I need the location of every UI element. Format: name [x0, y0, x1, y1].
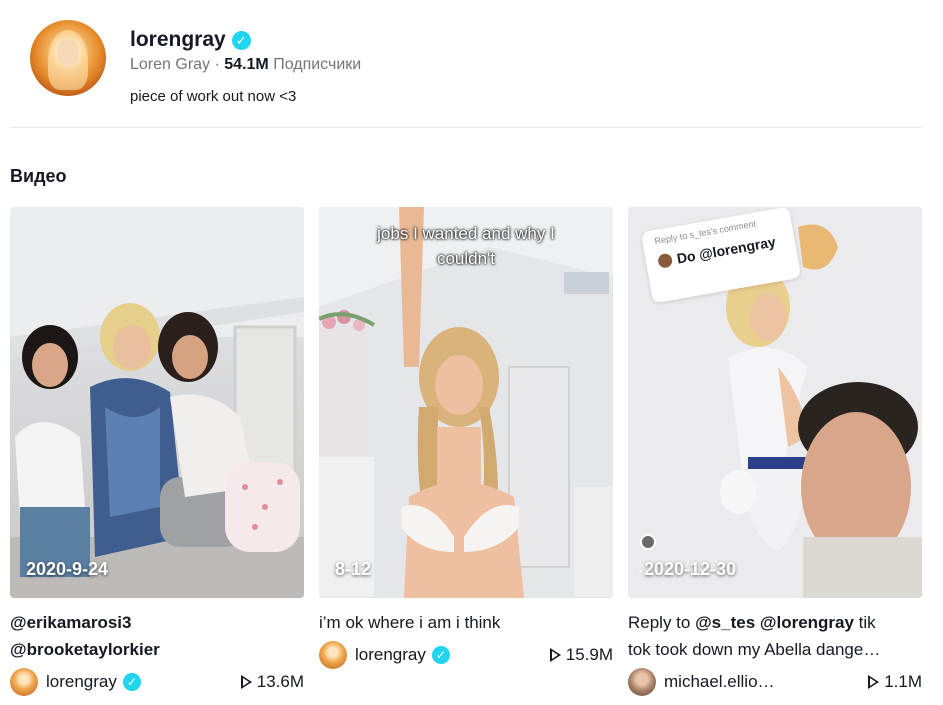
- video-card[interactable]: 2020-9-24 @erikamarosi3 @brooketaylorkie…: [10, 207, 304, 696]
- view-count: 1.1M: [868, 672, 922, 692]
- videos-section-title: Видео: [10, 166, 67, 186]
- video-thumbnail[interactable]: jobs I wanted and why I couldn't 8-12: [319, 207, 613, 598]
- profile-bio: piece of work out now <3: [130, 88, 297, 105]
- video-caption[interactable]: Reply to @s_tes @lorengray tik tok took …: [628, 609, 922, 663]
- profile-subline: Loren Gray · 54.1M Подписчики: [130, 56, 361, 74]
- view-count: 13.6M: [240, 672, 304, 692]
- overlay-line: jobs I wanted and why I: [377, 224, 555, 243]
- video-date: 2020-12-30: [644, 559, 737, 579]
- commenter-avatar: [657, 252, 674, 269]
- author-avatar[interactable]: [10, 668, 38, 696]
- video-date: 2020-9-24: [26, 559, 109, 579]
- avatar-face: [57, 38, 79, 68]
- caption-text: Reply to: [628, 613, 696, 632]
- caption-mention[interactable]: @lorengray: [760, 613, 854, 632]
- caption-mention[interactable]: @erikamarosi3: [10, 613, 131, 632]
- profile-username: lorengray: [130, 28, 226, 51]
- author-avatar[interactable]: [628, 668, 656, 696]
- view-count-value: 13.6M: [256, 672, 304, 691]
- video-overlay-text: jobs I wanted and why I couldn't: [319, 221, 613, 271]
- video-scene-image: [10, 207, 304, 598]
- user-icon: [640, 534, 656, 550]
- profile-header: lorengray ✓ Loren Gray · 54.1M Подписчик…: [30, 20, 910, 110]
- subline-separator: ·: [210, 56, 225, 73]
- video-thumbnail[interactable]: Reply to s_tes's comment Do @lorengray ♡…: [628, 207, 922, 598]
- video-meta: lorengray ✓ 13.6M: [10, 667, 304, 697]
- caption-text: tok took down my Abella dange…: [628, 640, 881, 659]
- header-divider: [10, 127, 922, 128]
- followers-label: Подписчики: [273, 56, 362, 73]
- author-name[interactable]: lorengray: [46, 672, 117, 692]
- video-caption[interactable]: i’m ok where i am i think: [319, 609, 613, 636]
- caption-text: tik: [853, 613, 876, 632]
- author-name[interactable]: lorengray: [355, 645, 426, 665]
- profile-display-name: Loren Gray: [130, 56, 211, 73]
- video-card[interactable]: Reply to s_tes's comment Do @lorengray ♡…: [628, 207, 922, 696]
- video-card[interactable]: jobs I wanted and why I couldn't 8-12 i’…: [319, 207, 613, 669]
- username-row: lorengray ✓: [130, 28, 251, 52]
- view-count-value: 1.1M: [884, 672, 922, 691]
- video-thumbnail[interactable]: 2020-9-24: [10, 207, 304, 598]
- video-meta: michael.ellio… 1.1M: [628, 667, 922, 697]
- video-date: 8-12: [335, 559, 372, 579]
- verified-badge-icon: ✓: [122, 673, 141, 691]
- author-name[interactable]: michael.ellio…: [664, 672, 775, 692]
- overlay-line: couldn't: [436, 249, 496, 268]
- author-avatar[interactable]: [319, 641, 347, 669]
- play-icon: [868, 675, 880, 689]
- verified-badge-icon: ✓: [231, 30, 251, 50]
- video-caption[interactable]: @erikamarosi3 @brooketaylorkier: [10, 609, 304, 663]
- play-icon: [549, 648, 561, 662]
- profile-avatar[interactable]: [30, 20, 106, 96]
- video-meta: lorengray ✓ 15.9M: [319, 640, 613, 670]
- play-icon: [240, 675, 252, 689]
- view-count-value: 15.9M: [565, 645, 613, 664]
- followers-count: 54.1M: [224, 56, 269, 73]
- verified-badge-icon: ✓: [431, 646, 450, 664]
- caption-mention[interactable]: @brooketaylorkier: [10, 640, 160, 659]
- caption-mention[interactable]: @s_tes: [695, 613, 755, 632]
- view-count: 15.9M: [549, 645, 613, 665]
